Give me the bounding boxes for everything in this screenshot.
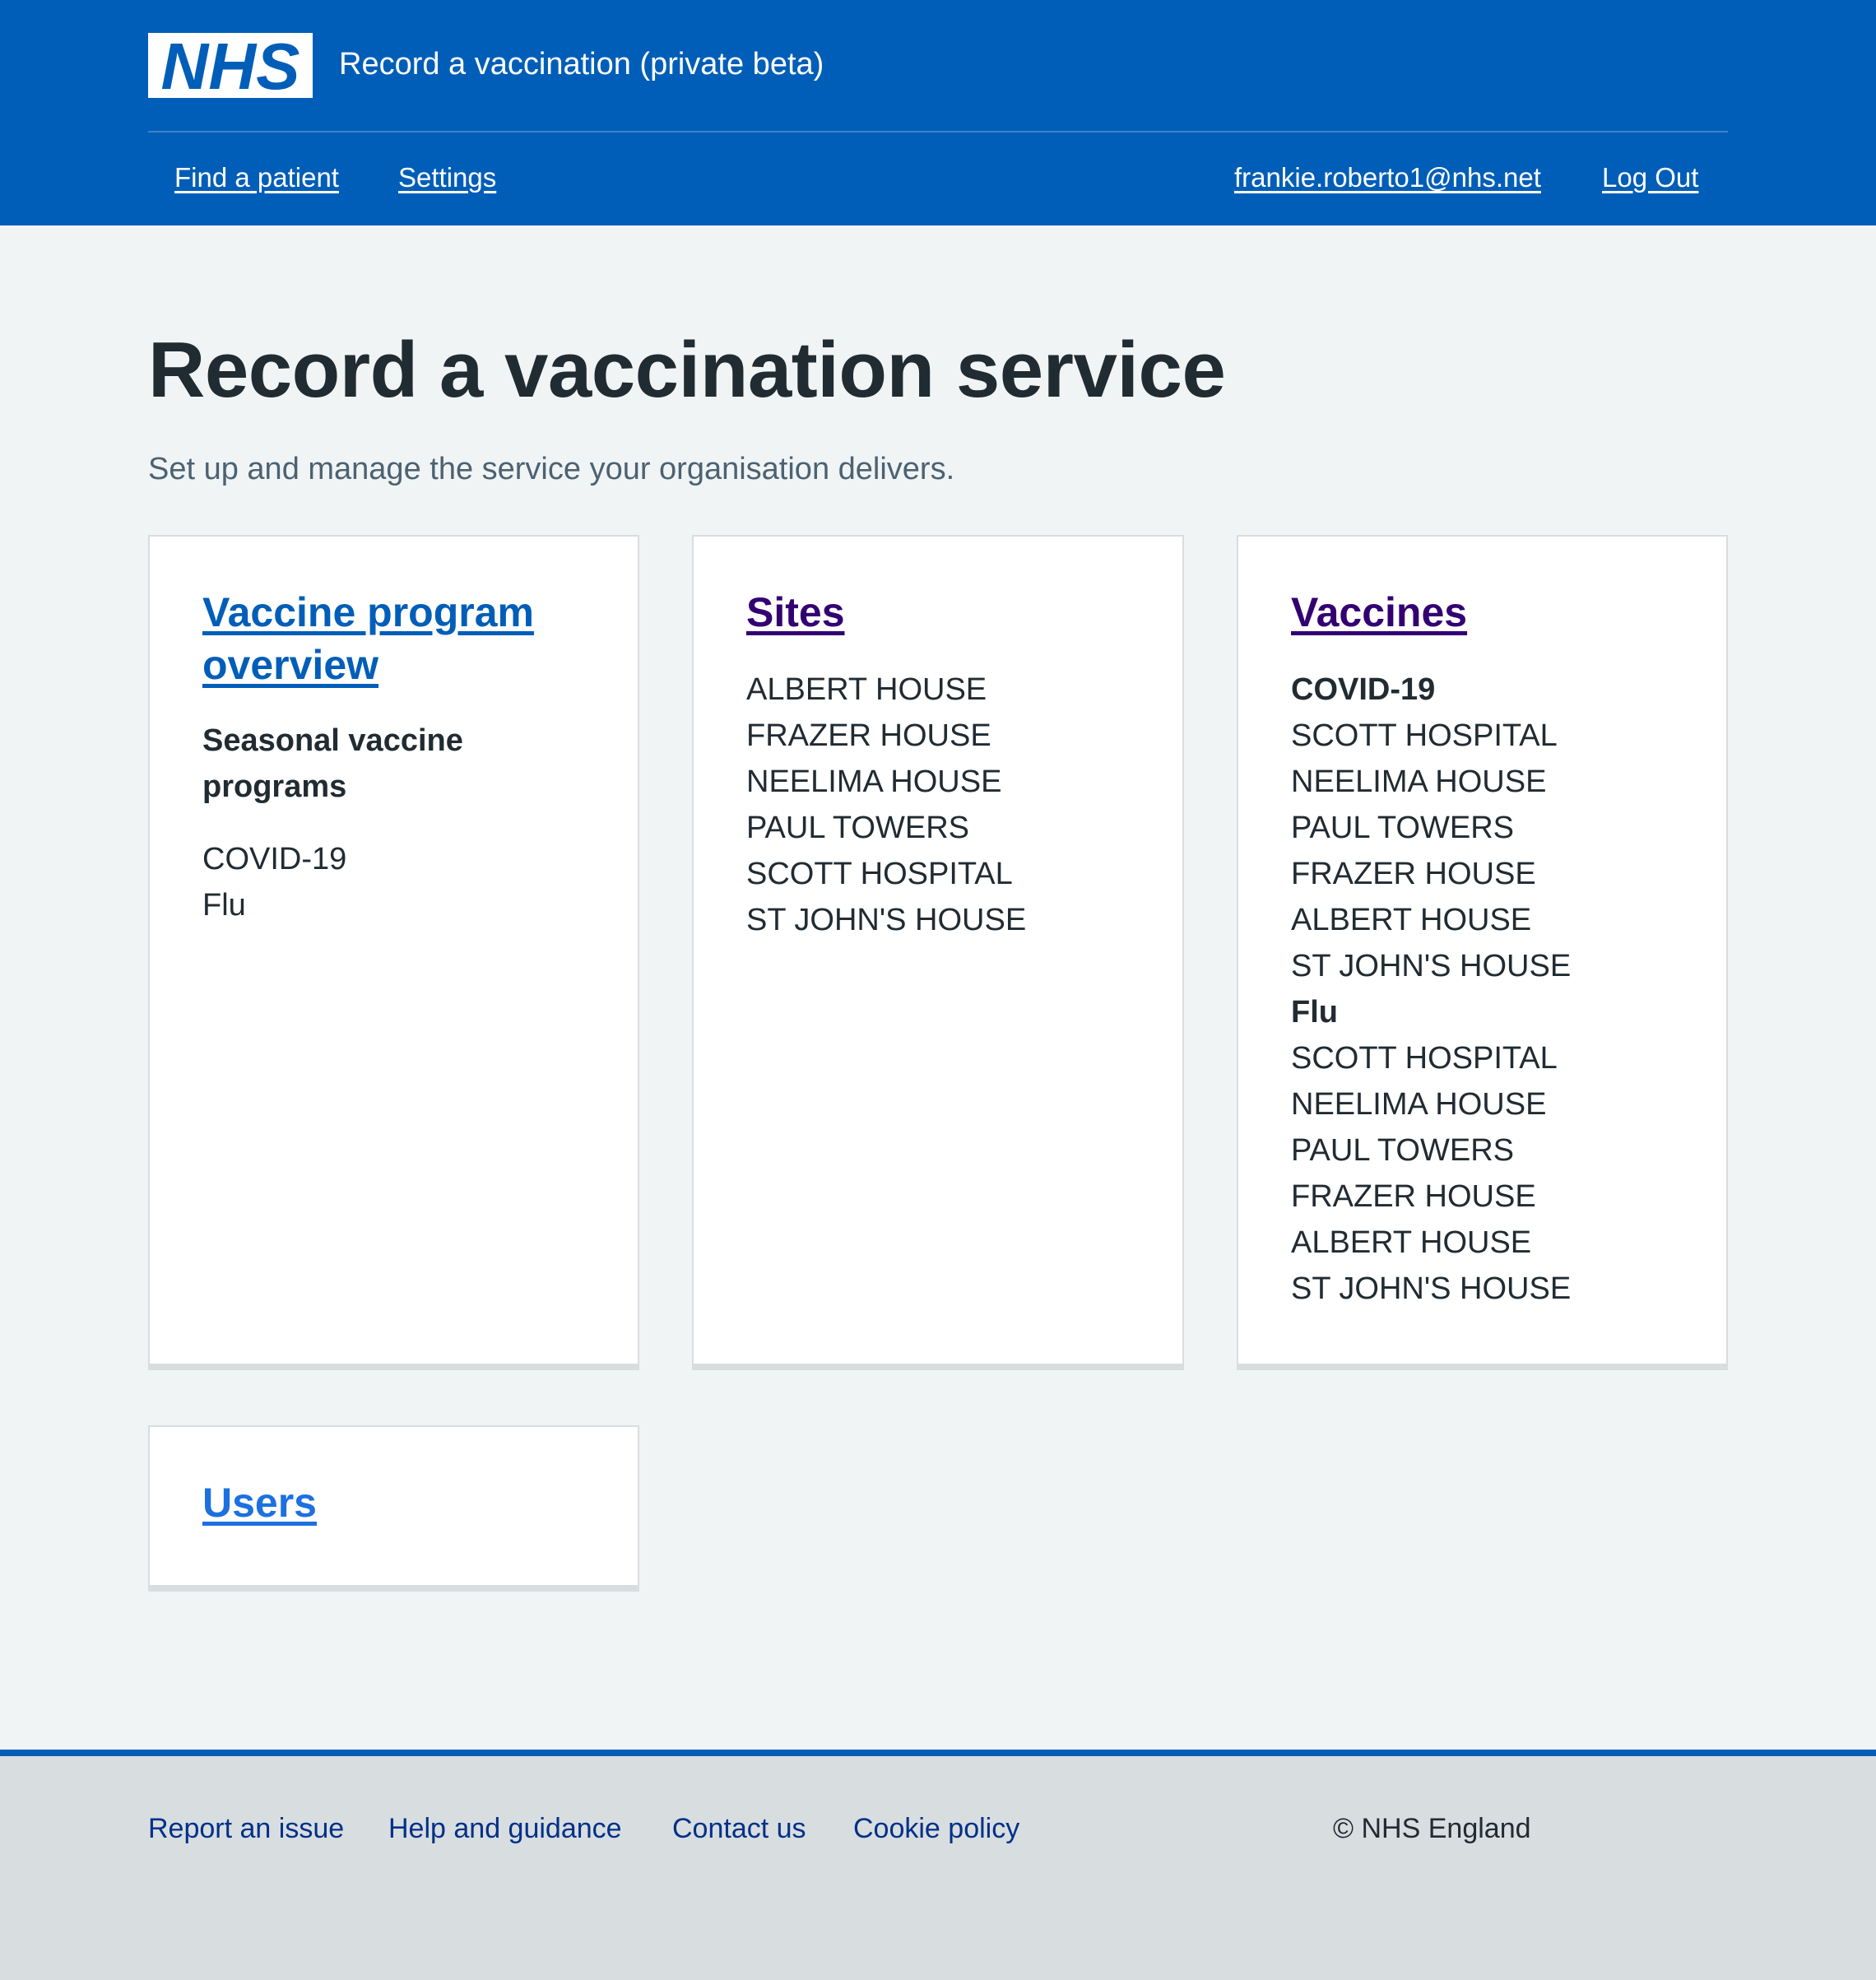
list-item: SCOTT HOSPITAL	[1291, 1041, 1558, 1076]
page-lede: Set up and manage the service your organ…	[148, 452, 955, 486]
vaccines-card: Vaccines COVID-19 SCOTT HOSPITAL NEELIMA…	[1237, 535, 1728, 1365]
header-divider	[148, 131, 1728, 132]
nav-log-out-link[interactable]: Log Out	[1602, 156, 1698, 199]
vaccine-group-heading: Flu	[1291, 995, 1338, 1030]
svg-text:NHS: NHS	[161, 33, 300, 98]
site-footer: Report an issue Help and guidance Contac…	[0, 1750, 1876, 1980]
vaccine-program-card: Vaccine program overview Seasonal vaccin…	[148, 535, 639, 1365]
vaccines-list: COVID-19 SCOTT HOSPITAL NEELIMA HOUSE PA…	[1291, 667, 1571, 1312]
nav-user-email-link[interactable]: frankie.roberto1@nhs.net	[1234, 156, 1541, 199]
nav-settings-link[interactable]: Settings	[398, 156, 496, 199]
site-header: NHS Record a vaccination (private beta) …	[0, 0, 1876, 225]
list-item: FRAZER HOUSE	[746, 718, 991, 753]
vaccine-program-overview-link[interactable]: Vaccine program overview	[202, 586, 589, 691]
list-item: PAUL TOWERS	[746, 811, 969, 845]
list-item: ST JOHN'S HOUSE	[746, 903, 1027, 937]
list-item: PAUL TOWERS	[1291, 1133, 1514, 1168]
list-item: NEELIMA HOUSE	[1291, 765, 1547, 799]
service-name[interactable]: Record a vaccination (private beta)	[339, 41, 824, 87]
list-item: ALBERT HOUSE	[746, 672, 987, 707]
list-item: Flu	[202, 888, 246, 923]
list-item: COVID-19	[202, 842, 347, 876]
footer-copyright: © NHS England	[1333, 1813, 1531, 1844]
footer-cookie-policy-link[interactable]: Cookie policy	[853, 1806, 1019, 1852]
users-card: Users	[148, 1425, 639, 1587]
nhs-logo-icon: NHS	[148, 33, 313, 98]
list-item: FRAZER HOUSE	[1291, 857, 1536, 891]
list-item: SCOTT HOSPITAL	[1291, 718, 1558, 753]
sites-list: ALBERT HOUSE FRAZER HOUSE NEELIMA HOUSE …	[746, 667, 1026, 943]
list-item: NEELIMA HOUSE	[746, 765, 1002, 799]
list-item: ALBERT HOUSE	[1291, 903, 1532, 937]
program-list: COVID-19 Flu	[202, 836, 346, 928]
footer-help-guidance-link[interactable]: Help and guidance	[388, 1806, 622, 1852]
page-title: Record a vaccination service	[148, 326, 1226, 414]
footer-report-issue-link[interactable]: Report an issue	[148, 1806, 344, 1852]
seasonal-programs-subheading: Seasonal vaccine programs	[202, 723, 463, 804]
list-item: SCOTT HOSPITAL	[746, 857, 1013, 891]
list-item: ST JOHN'S HOUSE	[1291, 1271, 1572, 1306]
list-item: ALBERT HOUSE	[1291, 1225, 1532, 1260]
nhs-logo[interactable]: NHS	[148, 33, 313, 98]
list-item: ST JOHN'S HOUSE	[1291, 949, 1572, 983]
sites-link[interactable]: Sites	[746, 586, 845, 639]
nav-find-patient-link[interactable]: Find a patient	[174, 156, 339, 199]
list-item: FRAZER HOUSE	[1291, 1179, 1536, 1214]
users-link[interactable]: Users	[202, 1476, 317, 1529]
footer-contact-us-link[interactable]: Contact us	[672, 1806, 806, 1852]
sites-card: Sites ALBERT HOUSE FRAZER HOUSE NEELIMA …	[692, 535, 1184, 1365]
vaccine-group-heading: COVID-19	[1291, 672, 1436, 707]
vaccines-link[interactable]: Vaccines	[1291, 586, 1467, 639]
list-item: NEELIMA HOUSE	[1291, 1087, 1547, 1122]
list-item: PAUL TOWERS	[1291, 811, 1514, 845]
